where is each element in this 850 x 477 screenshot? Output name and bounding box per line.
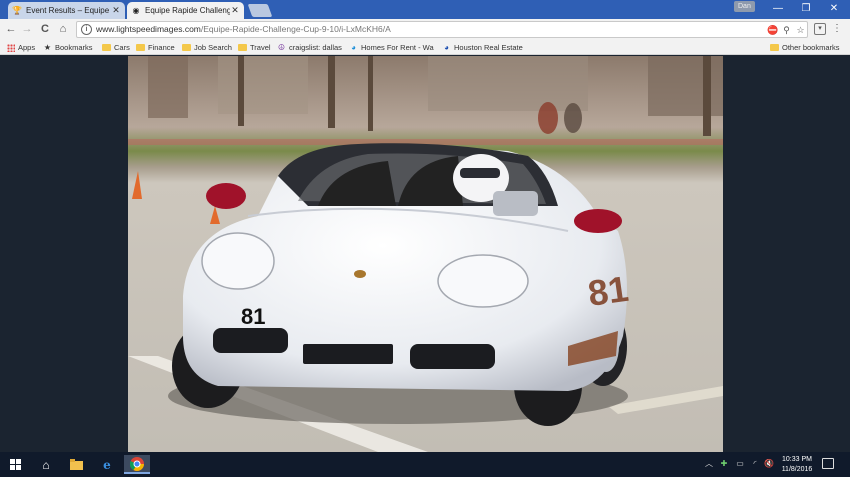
- tab-title: Event Results – Equipe R: [26, 6, 111, 15]
- peace-icon: ☮: [277, 43, 286, 52]
- apps-grid-icon: [6, 43, 15, 52]
- side-number: 81: [585, 268, 630, 314]
- bookmarks-bar: Apps ★ Bookmarks Cars Finance Job Search…: [0, 40, 850, 55]
- browser-toolbar: ← → C ⌂ i www.lightspeedimages.com/Equip…: [0, 19, 850, 40]
- volume-muted-icon[interactable]: 🔇: [763, 458, 775, 470]
- folder-icon: [136, 43, 145, 52]
- block-popup-icon[interactable]: ⛔: [767, 24, 778, 36]
- close-tab-icon[interactable]: ✕: [111, 5, 121, 16]
- bookmark-label: Job Search: [194, 43, 232, 52]
- other-bookmarks[interactable]: Other bookmarks: [770, 41, 840, 54]
- url-path: /Equipe-Rapide-Challenge-Cup-9-10/i-LxMc…: [200, 24, 391, 34]
- info-icon[interactable]: i: [81, 24, 92, 35]
- bookmark-label: Cars: [114, 43, 130, 52]
- forward-button[interactable]: →: [20, 22, 34, 36]
- bookmark-label: Bookmarks: [55, 43, 93, 52]
- browser-window: 🏆 Event Results – Equipe R ✕ ◉ Equipe Ra…: [0, 0, 850, 477]
- minimize-button[interactable]: —: [764, 1, 792, 17]
- chevron-up-icon[interactable]: ︿: [704, 458, 714, 470]
- trophy-favicon-icon: 🏆: [12, 6, 22, 15]
- bookmark-star-icon[interactable]: ☆: [795, 24, 806, 36]
- reload-button[interactable]: C: [38, 22, 52, 36]
- url-host: www.lightspeedimages.com: [96, 24, 201, 34]
- menu-icon[interactable]: ⋮: [832, 22, 842, 36]
- chrome-icon[interactable]: [124, 455, 150, 474]
- page-content: 81 81: [0, 56, 850, 452]
- windows-taskbar: ⌂ e ︿ ✚ ▭ ◜ 🔇 10:33 PM 11/8/2016: [0, 452, 850, 477]
- bookmark-label: Finance: [148, 43, 175, 52]
- folder-icon: [238, 43, 247, 52]
- clock-date: 11/8/2016: [781, 466, 813, 473]
- folder-icon: [102, 43, 111, 52]
- folder-icon: [182, 43, 191, 52]
- camera-favicon-icon: ◉: [132, 6, 140, 15]
- windows-start-icon[interactable]: [5, 455, 25, 474]
- extension-icon[interactable]: ▾: [814, 23, 826, 35]
- bookmark-travel[interactable]: Travel: [238, 41, 271, 54]
- star-icon: ★: [43, 43, 52, 52]
- file-explorer-icon[interactable]: [66, 455, 86, 474]
- race-car-photo[interactable]: 81 81: [128, 56, 723, 452]
- new-tab-button[interactable]: [247, 4, 273, 17]
- bookmark-finance[interactable]: Finance: [136, 41, 175, 54]
- title-bar: 🏆 Event Results – Equipe R ✕ ◉ Equipe Ra…: [0, 0, 850, 19]
- tab-title: Equipe Rapide Challenge: [145, 6, 230, 15]
- search-icon[interactable]: ⚲: [781, 24, 792, 36]
- bookmark-bookmarks[interactable]: ★ Bookmarks: [43, 41, 93, 54]
- bookmark-craigslist[interactable]: ☮ craigslist: dallas: [277, 41, 342, 54]
- bookmark-houston-real-estate[interactable]: ◕ Houston Real Estate: [442, 41, 523, 54]
- bookmark-label: Houston Real Estate: [454, 43, 523, 52]
- profile-badge[interactable]: Dan: [734, 1, 755, 12]
- tab-equipe-rapide[interactable]: ◉ Equipe Rapide Challenge ✕: [127, 2, 244, 19]
- bookmark-label: craigslist: dallas: [289, 43, 342, 52]
- folder-icon: [770, 43, 779, 52]
- front-number: 81: [241, 304, 265, 329]
- network-shield-icon[interactable]: ✚: [719, 458, 729, 470]
- clock-time: 10:33 PM: [782, 456, 812, 463]
- wifi-icon[interactable]: ◜: [749, 458, 761, 470]
- bookmark-apps[interactable]: Apps: [6, 41, 35, 54]
- action-center-icon[interactable]: [822, 458, 834, 469]
- home-button[interactable]: ⌂: [56, 22, 70, 36]
- address-bar[interactable]: i www.lightspeedimages.com/Equipe-Rapide…: [76, 21, 808, 38]
- bookmark-label: Travel: [250, 43, 271, 52]
- edge-icon[interactable]: e: [97, 455, 117, 474]
- taskbar-clock[interactable]: 10:33 PM 11/8/2016: [778, 455, 816, 475]
- bookmark-label: Apps: [18, 43, 36, 52]
- battery-icon[interactable]: ▭: [734, 458, 746, 470]
- maximize-button[interactable]: ❐: [792, 1, 820, 17]
- bookmark-job-search[interactable]: Job Search: [182, 41, 232, 54]
- bookmark-homes-for-rent[interactable]: ◕ Homes For Rent - Wa: [349, 41, 434, 54]
- back-button[interactable]: ←: [4, 22, 18, 36]
- url-text[interactable]: www.lightspeedimages.com/Equipe-Rapide-C…: [96, 24, 391, 34]
- home-icon[interactable]: ⌂: [36, 455, 56, 474]
- bookmark-label: Other bookmarks: [782, 43, 840, 52]
- close-window-button[interactable]: ✕: [820, 1, 848, 17]
- globe-icon: ◕: [444, 43, 449, 52]
- bookmark-cars[interactable]: Cars: [102, 41, 130, 54]
- photo-illustration: 81 81: [128, 56, 723, 452]
- globe-icon: ◕: [351, 43, 356, 52]
- bookmark-label: Homes For Rent - Wa: [361, 43, 434, 52]
- tab-event-results[interactable]: 🏆 Event Results – Equipe R ✕: [8, 2, 125, 19]
- close-tab-icon[interactable]: ✕: [230, 5, 240, 16]
